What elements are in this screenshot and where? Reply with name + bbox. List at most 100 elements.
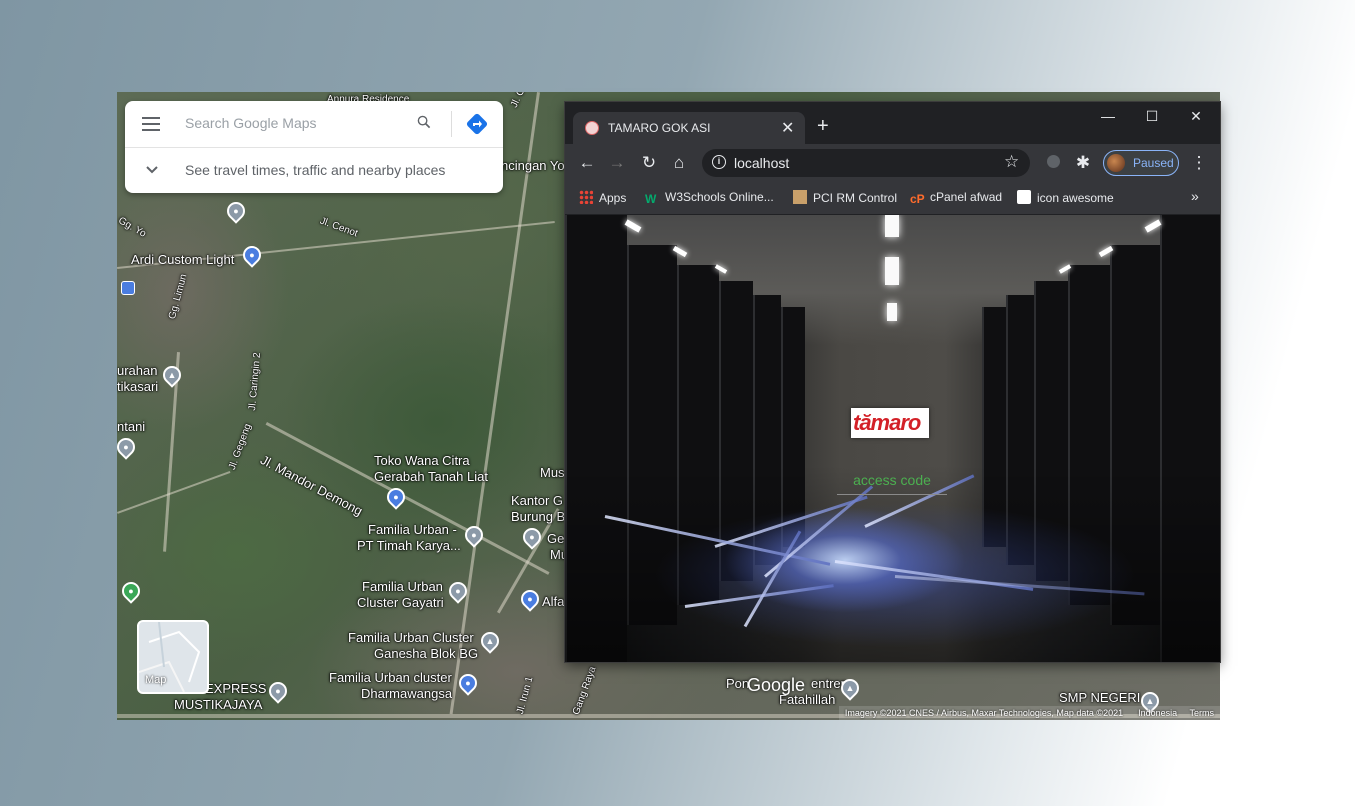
home-icon[interactable]: ⌂: [669, 153, 689, 173]
search-icon[interactable]: [417, 115, 431, 129]
reload-icon[interactable]: ↻: [639, 153, 659, 173]
kebab-menu-icon[interactable]: ⋮: [1189, 153, 1209, 173]
bookmarks-overflow-button[interactable]: »: [1191, 188, 1199, 204]
region-link[interactable]: Indonesia: [1138, 708, 1177, 718]
directions-icon[interactable]: [465, 112, 489, 136]
map-label: Ardi Custom Light: [131, 252, 235, 267]
location-pin-icon[interactable]: ●: [223, 198, 249, 224]
divider: [451, 111, 452, 137]
road: [117, 470, 231, 514]
bookmark-label: cPanel afwad: [930, 190, 1003, 204]
bookmark-star-icon[interactable]: ☆: [1004, 152, 1019, 172]
avatar: [1107, 154, 1125, 172]
map-label: MUSTIKAJAYA: [174, 697, 263, 712]
ceiling-light: [885, 215, 899, 237]
map-label: Familia Urban -: [368, 522, 457, 537]
map-label: Familia Urban cluster: [329, 670, 452, 685]
forward-arrow-icon[interactable]: →: [607, 153, 627, 173]
map-label: Jl. Gegeng: [226, 422, 254, 472]
flag-icon: [1017, 190, 1031, 204]
tamaro-logo: tămaro: [851, 408, 929, 438]
tab-tamaro[interactable]: TAMARO GOK ASI ✕: [573, 112, 805, 144]
apps-grid-icon: [579, 190, 593, 204]
access-code-input[interactable]: [837, 466, 947, 495]
bookmark-icon-awesome[interactable]: icon awesome: [1017, 190, 1114, 205]
shopping-pin-icon[interactable]: ●: [455, 670, 481, 696]
map-label: ncingan Yo: [501, 158, 565, 173]
map-type-label: Map: [145, 674, 167, 686]
bookmarks-bar: Apps W W3Schools Online... PCI RM Control…: [565, 182, 1220, 215]
map-label: Jl. Caringin 2: [246, 352, 264, 412]
search-input[interactable]: Search Google Maps: [185, 115, 317, 131]
map-label: Pon: [726, 676, 750, 691]
minimize-button[interactable]: —: [1093, 108, 1123, 124]
search-row: Search Google Maps: [125, 101, 503, 148]
travel-times-row[interactable]: See travel times, traffic and nearby pla…: [125, 148, 503, 193]
tab-close-icon[interactable]: ✕: [781, 118, 794, 138]
transit-icon[interactable]: [121, 281, 135, 295]
shopping-pin-icon[interactable]: ●: [239, 242, 265, 268]
bookmark-apps[interactable]: Apps: [579, 190, 626, 205]
maximize-button[interactable]: ☐: [1137, 108, 1167, 125]
map-type-toggle[interactable]: Map: [137, 620, 209, 694]
back-arrow-icon[interactable]: ←: [577, 153, 597, 173]
new-tab-button[interactable]: +: [817, 116, 829, 136]
map-attribution: Imagery ©2021 CNES / Airbus, Maxar Techn…: [838, 706, 1220, 720]
location-pin-icon[interactable]: ●: [265, 678, 291, 704]
map-label: Burung B: [511, 509, 566, 524]
location-pin-icon[interactable]: ●: [519, 524, 545, 550]
bookmark-w3schools[interactable]: W W3Schools Online...: [645, 190, 774, 206]
map-label: Ge: [547, 531, 565, 546]
cpanel-icon: cP: [910, 192, 925, 206]
bookmark-cpanel[interactable]: cP cPanel afwad: [910, 190, 1002, 206]
address-bar[interactable]: i localhost ☆: [702, 149, 1030, 177]
map-label: Gg. Yo: [117, 215, 148, 240]
shopping-pin-icon[interactable]: ●: [517, 586, 543, 612]
bookmark-label: PCI RM Control: [813, 191, 898, 205]
bookmark-pci[interactable]: PCI RM Control: [793, 190, 897, 205]
maps-search-panel: Search Google Maps See travel times, tra…: [125, 101, 503, 193]
chrome-window: TAMARO GOK ASI ✕ + — ☐ ✕ ← → ↻ ⌂ i local…: [565, 102, 1220, 662]
ceiling-light: [885, 257, 899, 285]
map-label: ntani: [117, 419, 146, 434]
government-pin-icon[interactable]: ▲: [159, 362, 185, 388]
map-label: EXPRESS: [205, 681, 267, 696]
map-label: Jl. Cenot: [318, 215, 360, 240]
map-label: Gerabah Tanah Liat: [374, 469, 488, 484]
browser-toolbar: ← → ↻ ⌂ i localhost ☆ ✱ Paused ⋮: [565, 144, 1220, 182]
page-viewport: tămaro: [565, 215, 1220, 662]
google-logo: Google: [747, 675, 806, 695]
puzzle-extensions-icon[interactable]: ✱: [1073, 153, 1093, 173]
government-pin-icon[interactable]: ▲: [477, 628, 503, 654]
map-label: SMP NEGERI: [1059, 690, 1141, 705]
info-icon[interactable]: i: [712, 155, 726, 169]
map-label: Dharmawangsa: [361, 686, 453, 701]
map-label: urahan: [117, 363, 158, 378]
logo-text: tămaro: [853, 410, 921, 435]
attribution-text: Imagery ©2021 CNES / Airbus, Maxar Techn…: [844, 708, 1124, 718]
chevron-down-icon[interactable]: [145, 163, 159, 177]
profile-button[interactable]: Paused: [1103, 150, 1179, 176]
bookmark-label: Apps: [599, 191, 627, 205]
map-label: Cluster Gayatri: [357, 595, 444, 610]
map-label: Ganesha Blok BG: [374, 646, 479, 661]
bookmark-label: W3Schools Online...: [665, 190, 774, 204]
terms-link[interactable]: Terms: [1190, 708, 1215, 718]
park-pin-icon[interactable]: ●: [118, 578, 144, 604]
map-label: Gg. Limun: [166, 272, 190, 321]
pci-icon: [793, 190, 807, 204]
close-window-button[interactable]: ✕: [1181, 108, 1211, 125]
extension-icon[interactable]: [1043, 153, 1063, 173]
profile-status: Paused: [1133, 156, 1174, 170]
travel-times-text: See travel times, traffic and nearby pla…: [185, 162, 446, 178]
map-label: PT Timah Karya...: [357, 538, 461, 553]
location-pin-icon[interactable]: ●: [461, 522, 487, 548]
url-text[interactable]: localhost: [734, 155, 789, 171]
map-label: Familia Urban Cluster: [348, 630, 474, 645]
map-label: Jl. Irun 1: [514, 675, 536, 716]
server-room-background: [565, 215, 1220, 662]
favicon-icon: [585, 121, 599, 135]
location-pin-icon[interactable]: ●: [117, 434, 139, 460]
tab-title: TAMARO GOK ASI: [608, 121, 711, 135]
hamburger-menu-icon[interactable]: [142, 117, 160, 131]
